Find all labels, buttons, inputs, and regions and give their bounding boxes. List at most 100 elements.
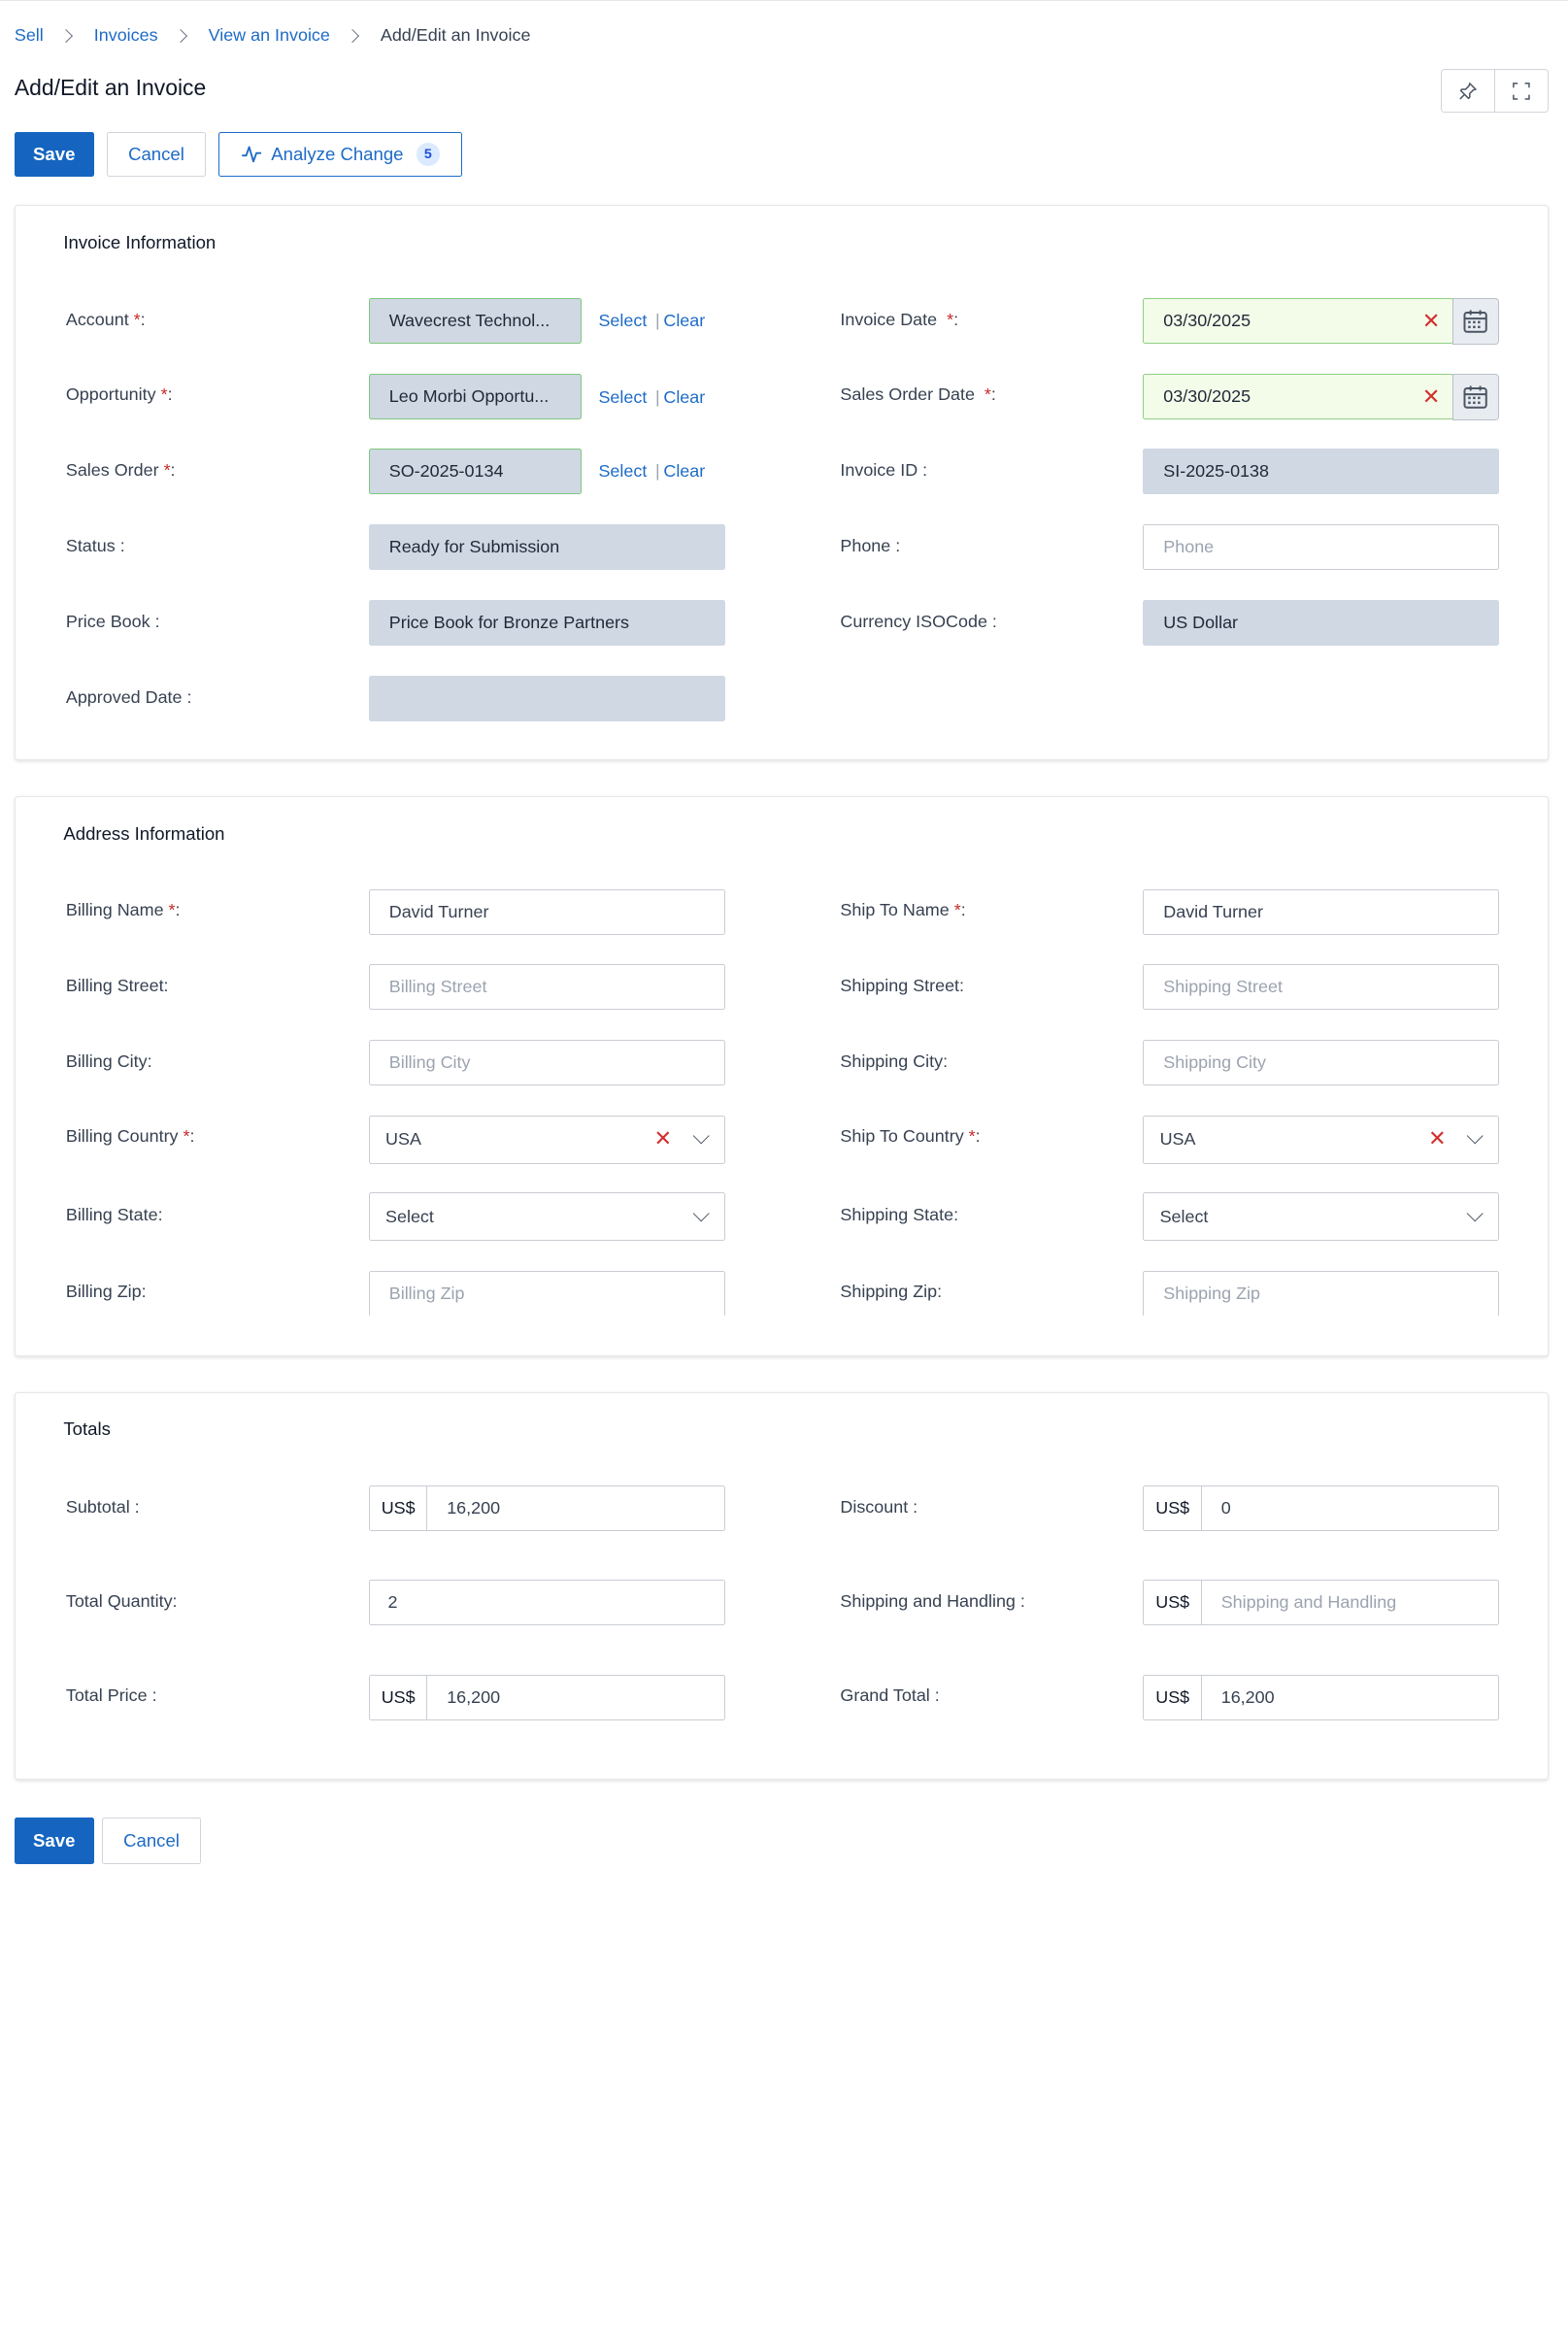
grand-total-label: Grand Total : [840,1685,940,1705]
shipping-street-input[interactable]: Shipping Street [1143,963,1500,1010]
total-quantity-label: Total Quantity: [65,1591,178,1612]
billing-city-input[interactable]: Billing City [368,1039,725,1086]
opportunity-lookup[interactable]: Leo Morbi Opportu... [368,373,583,419]
price-book-field: Price Book for Bronze Partners [368,599,725,646]
shipping-state-select[interactable]: Select [1143,1192,1500,1241]
breadcrumb-invoices[interactable]: Invoices [94,25,158,46]
cancel-button[interactable]: Cancel [107,132,206,178]
ship-to-name-input[interactable]: David Turner [1143,889,1500,936]
opportunity-select-link[interactable]: Select [598,387,647,407]
totals-title: Totals [63,1418,111,1440]
chevron-right-icon [59,28,74,43]
fullscreen-icon [1513,82,1530,100]
billing-zip-label: Billing Zip: [65,1281,147,1301]
grand-total-field[interactable]: US$ 16,200 [1143,1674,1500,1720]
grand-total-value: 16,200 [1220,1686,1275,1707]
calendar-icon [1463,310,1488,334]
breadcrumb-sell[interactable]: Sell [15,25,44,46]
invoice-id-label: Invoice ID : [840,460,928,481]
shipping-city-label: Shipping City: [840,1051,949,1072]
phone-input[interactable]: Phone [1143,523,1500,570]
sales-order-lookup[interactable]: SO-2025-0134 [368,448,583,494]
save-button[interactable]: Save [14,132,94,178]
shipping-state-label: Shipping State: [840,1204,959,1224]
subtotal-field[interactable]: US$ 16,200 [368,1485,725,1532]
sales-order-actions: Select | Clear [598,461,706,482]
discount-label: Discount : [840,1496,918,1517]
billing-name-input[interactable]: David Turner [368,889,725,936]
fullscreen-button[interactable] [1495,70,1548,113]
ship-to-country-clear-icon[interactable]: ✕ [1428,1126,1447,1151]
currency-label: Currency ISOCode : [840,612,997,632]
sales-order-select-link[interactable]: Select [598,461,647,481]
chevron-right-icon [174,28,188,43]
calendar-icon [1463,385,1488,410]
total-quantity-input[interactable]: 2 [368,1580,725,1626]
analyze-change-button[interactable]: Analyze Change 5 [218,132,462,178]
invoice-information-card: Invoice Information Account *: Wavecrest… [14,204,1550,760]
billing-country-clear-icon[interactable]: ✕ [653,1126,672,1151]
discount-value: 0 [1220,1498,1231,1518]
phone-label: Phone : [840,536,901,556]
ship-to-country-label: Ship To Country *: [840,1126,981,1147]
account-select-link[interactable]: Select [598,311,647,330]
subtotal-label: Subtotal : [65,1496,140,1517]
currency-prefix: US$ [1144,1486,1202,1531]
invoice-information-title: Invoice Information [63,231,217,252]
breadcrumb: Sell Invoices View an Invoice Add/Edit a… [15,25,531,46]
status-label: Status : [65,536,125,556]
breadcrumb-current: Add/Edit an Invoice [380,25,531,45]
pin-icon [1459,82,1477,100]
sales-order-date-clear-icon[interactable]: ✕ [1422,384,1441,410]
shipping-zip-input[interactable]: Shipping Zip [1143,1270,1500,1316]
sales-order-date-label: Sales Order Date *: [840,384,996,405]
shipping-handling-label: Shipping and Handling : [840,1591,1025,1612]
account-label: Account *: [65,310,146,330]
sales-order-clear-link[interactable]: Clear [663,461,705,481]
opportunity-clear-link[interactable]: Clear [663,387,705,407]
ship-to-name-label: Ship To Name *: [840,900,966,920]
breadcrumb-view-invoice[interactable]: View an Invoice [209,25,330,46]
invoice-date-clear-icon[interactable]: ✕ [1422,309,1441,334]
sales-order-label: Sales Order *: [65,460,176,481]
account-clear-link[interactable]: Clear [663,311,705,330]
footer-save-button[interactable]: Save [14,1818,94,1864]
billing-country-label: Billing Country *: [65,1126,195,1147]
billing-state-select[interactable]: Select [368,1192,725,1241]
pin-button[interactable] [1442,69,1495,113]
billing-street-input[interactable]: Billing Street [368,963,725,1010]
sales-order-date-calendar-button[interactable] [1451,373,1500,421]
address-information-card: Address Information Billing Name *: Davi… [14,795,1550,1356]
shipping-city-input[interactable]: Shipping City [1143,1039,1500,1086]
account-lookup[interactable]: Wavecrest Technol... [368,297,583,344]
billing-name-label: Billing Name *: [65,900,181,920]
invoice-id-field: SI-2025-0138 [1143,448,1500,494]
discount-field[interactable]: US$ 0 [1143,1485,1500,1532]
currency-field: US Dollar [1143,599,1500,646]
shipping-handling-field[interactable]: US$ Shipping and Handling [1143,1580,1500,1626]
footer-cancel-button[interactable]: Cancel [102,1818,201,1864]
header-icon-group [1440,68,1550,114]
shipping-handling-placeholder: Shipping and Handling [1220,1592,1397,1613]
total-price-label: Total Price : [65,1685,157,1705]
total-price-field[interactable]: US$ 16,200 [368,1674,725,1720]
currency-prefix: US$ [1144,1581,1202,1625]
analyze-count-badge: 5 [417,143,440,166]
invoice-date-input[interactable]: 03/30/2025 [1143,297,1453,344]
currency-prefix: US$ [369,1486,428,1531]
shipping-street-label: Shipping Street: [840,976,965,996]
total-price-value: 16,200 [447,1686,501,1707]
page-title: Add/Edit an Invoice [14,74,207,100]
billing-state-label: Billing State: [65,1204,163,1224]
invoice-date-calendar-button[interactable] [1451,297,1500,346]
approved-date-label: Approved Date : [65,687,192,708]
sales-order-date-input[interactable]: 03/30/2025 [1143,373,1453,419]
totals-card: Totals Subtotal : US$ 16,200 Total Quant… [14,1392,1550,1780]
price-book-label: Price Book : [65,612,160,632]
billing-zip-input[interactable]: Billing Zip [368,1270,725,1316]
billing-street-label: Billing Street: [65,976,169,996]
analyze-change-label: Analyze Change [271,144,404,165]
subtotal-value: 16,200 [447,1498,501,1518]
chevron-right-icon [346,28,360,43]
account-actions: Select | Clear [598,311,706,331]
